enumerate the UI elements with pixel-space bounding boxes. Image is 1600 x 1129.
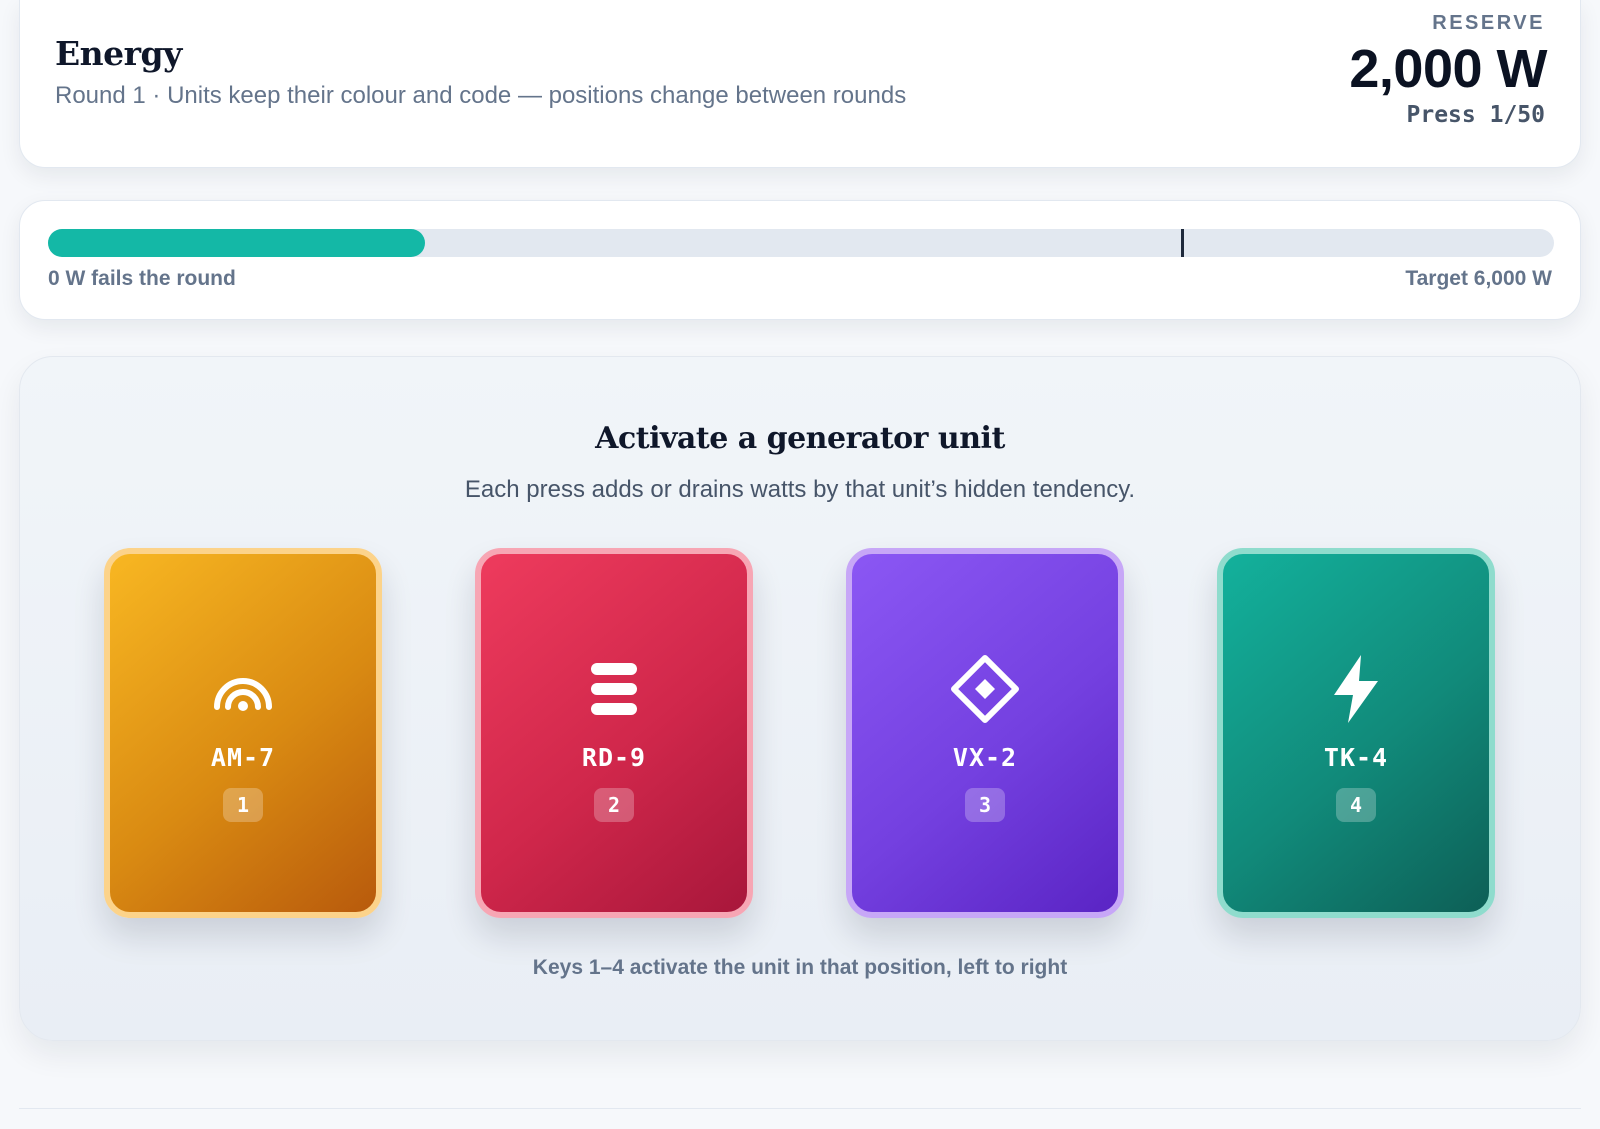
reserve-value: 2,000 W bbox=[1349, 39, 1547, 99]
panel-title: Activate a generator unit bbox=[595, 421, 1005, 456]
unit-code: RD-9 bbox=[581, 743, 647, 772]
energy-progress-fill bbox=[48, 229, 425, 257]
fail-threshold-label: 0 W fails the round bbox=[48, 267, 236, 290]
reserve-label: RESERVE bbox=[1432, 12, 1545, 34]
panel-description: Each press adds or drains watts by that … bbox=[464, 476, 1136, 503]
signal-arc-icon bbox=[110, 652, 376, 726]
unit-button-4[interactable]: TK-4 4 bbox=[1217, 548, 1495, 918]
stack-bars-icon bbox=[481, 652, 747, 726]
unit-button-1[interactable]: AM-7 1 bbox=[104, 548, 382, 918]
unit-code: VX-2 bbox=[952, 743, 1018, 772]
page-title: Energy bbox=[55, 34, 182, 73]
keyboard-hint: Keys 1–4 activate the unit in that posit… bbox=[532, 956, 1068, 979]
unit-key-badge: 2 bbox=[594, 788, 634, 822]
unit-key-badge: 3 bbox=[965, 788, 1005, 822]
header-card: Energy Round 1 · Units keep their colour… bbox=[19, 0, 1581, 168]
unit-code: AM-7 bbox=[210, 743, 276, 772]
target-label: Target 6,000 W bbox=[1405, 267, 1552, 290]
unit-key-badge: 4 bbox=[1336, 788, 1376, 822]
unit-code: TK-4 bbox=[1323, 743, 1389, 772]
round-subtitle: Round 1 · Units keep their colour and co… bbox=[55, 82, 907, 109]
target-marker bbox=[1180, 229, 1184, 257]
unit-button-3[interactable]: VX-2 3 bbox=[846, 548, 1124, 918]
divider bbox=[19, 1108, 1581, 1109]
lightning-bolt-icon bbox=[1223, 652, 1489, 726]
press-counter: Press 1/50 bbox=[1406, 102, 1545, 128]
unit-key-badge: 1 bbox=[223, 788, 263, 822]
generator-panel: Activate a generator unit Each press add… bbox=[19, 356, 1581, 1041]
unit-button-2[interactable]: RD-9 2 bbox=[475, 548, 753, 918]
energy-progress-card: 0 W fails the round Target 6,000 W bbox=[19, 200, 1581, 320]
diamond-icon bbox=[852, 652, 1118, 726]
energy-progress-track bbox=[48, 229, 1554, 257]
